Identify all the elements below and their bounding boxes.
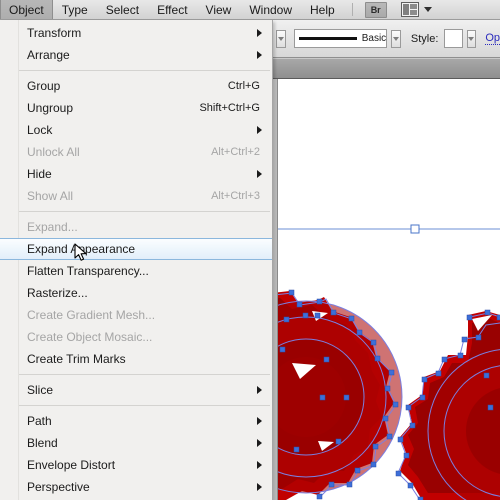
menu-item-arrange[interactable]: Arrange	[0, 44, 272, 66]
submenu-arrow-icon	[257, 170, 262, 178]
menu-separator	[19, 374, 270, 375]
menu-item-perspective[interactable]: Perspective	[0, 476, 272, 498]
menu-item-label: Path	[27, 414, 52, 428]
menu-item-label: Expand Appearance	[27, 242, 136, 256]
submenu-arrow-icon	[257, 51, 262, 59]
menu-item-label: Perspective	[27, 480, 90, 494]
submenu-arrow-icon	[257, 417, 262, 425]
menu-item-label: Create Object Mosaic...	[27, 330, 153, 344]
submenu-arrow-icon	[257, 126, 262, 134]
submenu-arrow-icon	[257, 483, 262, 491]
document-tab-bar	[272, 58, 500, 79]
menu-item-expand: Expand...	[0, 216, 272, 238]
menu-item-show-all: Show All Alt+Ctrl+3	[0, 185, 272, 207]
menu-item-label: Lock	[27, 123, 53, 137]
menu-item-expand-appearance[interactable]: Expand Appearance	[0, 238, 272, 260]
menu-separator	[19, 70, 270, 71]
chevron-down-icon	[393, 36, 400, 41]
menu-item-label: Show All	[27, 189, 74, 203]
arrange-documents-icon[interactable]	[400, 2, 419, 17]
menu-item-blend[interactable]: Blend	[0, 432, 272, 454]
menu-item-shortcut: Alt+Ctrl+3	[211, 190, 260, 202]
menu-item-create-trim-marks[interactable]: Create Trim Marks	[0, 348, 272, 370]
stroke-preview-icon	[298, 37, 357, 40]
variable-width-profile-dropdown[interactable]	[276, 29, 286, 48]
menu-object[interactable]: Object	[0, 0, 53, 19]
menu-type-label: Type	[61, 2, 88, 17]
menu-window[interactable]: Window	[240, 0, 301, 19]
gear-artwork	[272, 79, 500, 500]
menu-item-label: Transform	[27, 26, 82, 40]
menu-item-rasterize[interactable]: Rasterize...	[0, 282, 272, 304]
style-dropdown[interactable]	[466, 29, 477, 48]
menu-item-create-object-mosaic: Create Object Mosaic...	[0, 326, 272, 348]
menu-item-path[interactable]: Path	[0, 410, 272, 432]
stroke-profile-dropdown[interactable]	[391, 29, 401, 48]
menu-item-hide[interactable]: Hide	[0, 163, 272, 185]
menu-select-label: Select	[105, 2, 140, 17]
menu-object-label: Object	[9, 2, 44, 17]
menu-item-slice[interactable]: Slice	[0, 379, 272, 401]
menu-type[interactable]: Type	[53, 0, 97, 19]
menu-item-envelope-distort[interactable]: Envelope Distort	[0, 454, 272, 476]
stroke-profile-label: Basic	[361, 33, 387, 44]
chevron-down-icon[interactable]	[423, 7, 432, 12]
menu-item-label: Unlock All	[27, 145, 80, 159]
chevron-down-icon	[277, 36, 284, 41]
menu-item-label: Group	[27, 79, 61, 93]
bridge-button[interactable]: Br	[364, 1, 387, 18]
menu-item-shortcut: Alt+Ctrl+2	[211, 146, 260, 158]
menu-item-label: Slice	[27, 383, 54, 397]
menu-item-label: Create Trim Marks	[27, 352, 126, 366]
menubar-divider	[351, 3, 353, 16]
menu-separator	[19, 405, 270, 406]
style-swatch[interactable]	[444, 29, 463, 48]
menu-effect-label: Effect	[157, 2, 188, 17]
chevron-down-icon	[468, 36, 475, 41]
illustrator-window: Object Type Select Effect View Window He…	[0, 0, 500, 500]
menu-item-shortcut: Ctrl+G	[227, 80, 260, 92]
menu-item-shortcut: Shift+Ctrl+G	[199, 102, 260, 114]
submenu-arrow-icon	[257, 439, 262, 447]
menu-window-label: Window	[249, 2, 293, 17]
opacity-link[interactable]: Op	[485, 32, 500, 45]
menu-item-label: Expand...	[27, 220, 78, 234]
menu-item-label: Hide	[27, 167, 52, 181]
menu-item-label: Blend	[27, 436, 58, 450]
menu-bar: Object Type Select Effect View Window He…	[0, 0, 500, 20]
menu-item-label: Ungroup	[27, 101, 74, 115]
menu-view[interactable]: View	[197, 0, 241, 19]
menu-item-lock[interactable]: Lock	[0, 119, 272, 141]
style-label: Style:	[410, 32, 439, 45]
menu-item-ungroup[interactable]: Ungroup Shift+Ctrl+G	[0, 97, 272, 119]
menu-view-label: View	[205, 2, 232, 17]
menu-item-flatten-transparency[interactable]: Flatten Transparency...	[0, 260, 272, 282]
menu-item-group[interactable]: Group Ctrl+G	[0, 75, 272, 97]
menu-item-unlock-all: Unlock All Alt+Ctrl+2	[0, 141, 272, 163]
menu-item-transform[interactable]: Transform	[0, 22, 272, 44]
menu-help[interactable]: Help	[301, 0, 344, 19]
menu-item-label: Envelope Distort	[27, 458, 116, 472]
submenu-arrow-icon	[257, 29, 262, 37]
menu-item-create-gradient-mesh: Create Gradient Mesh...	[0, 304, 272, 326]
menu-select[interactable]: Select	[97, 0, 148, 19]
menu-effect[interactable]: Effect	[148, 0, 196, 19]
menu-item-label: Create Gradient Mesh...	[27, 308, 156, 322]
menu-item-label: Flatten Transparency...	[27, 264, 149, 278]
menu-item-label: Arrange	[27, 48, 70, 62]
bounding-box-handle	[410, 224, 420, 234]
submenu-arrow-icon	[257, 461, 262, 469]
stroke-profile-field[interactable]: Basic	[293, 29, 388, 48]
menu-help-label: Help	[310, 2, 335, 17]
menu-separator	[19, 211, 270, 212]
submenu-arrow-icon	[257, 386, 262, 394]
bridge-button-label: Br	[370, 4, 381, 15]
object-menu-dropdown[interactable]: Transform Arrange Group Ctrl+G Ungroup S…	[0, 20, 273, 500]
menu-item-label: Rasterize...	[27, 286, 88, 300]
artboard-canvas[interactable]	[272, 79, 500, 500]
